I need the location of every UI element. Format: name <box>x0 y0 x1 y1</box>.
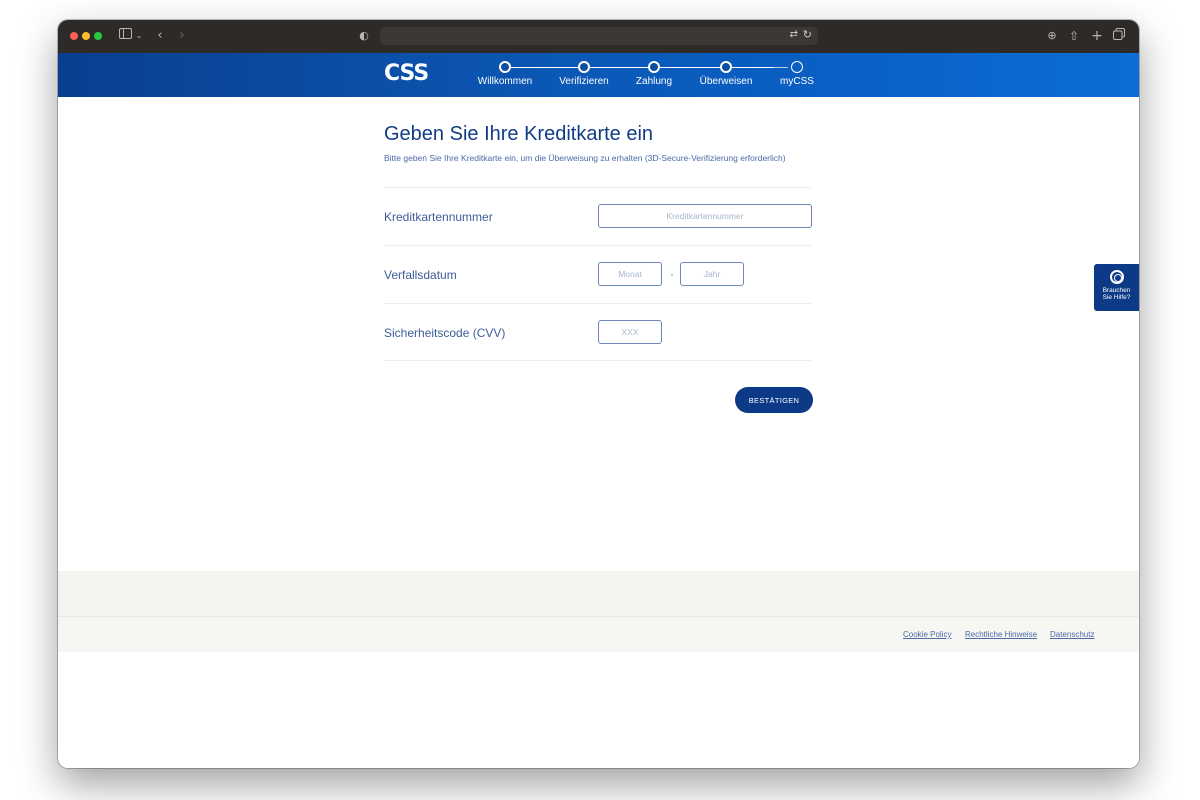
sidebar-icon[interactable] <box>118 28 132 44</box>
help-label-line1: Brauchen <box>1102 287 1131 294</box>
card-number-row: Kreditkartennummer <box>384 187 812 245</box>
cookie-policy-link[interactable]: Cookie Policy <box>903 630 951 639</box>
chevron-left-icon[interactable]: ‹ <box>154 28 166 44</box>
lifebuoy-icon <box>1109 270 1124 284</box>
legal-notice-link[interactable]: Rechtliche Hinweise <box>965 630 1037 639</box>
expiry-year-input[interactable] <box>680 262 744 286</box>
step-label: myCSS <box>780 76 814 87</box>
credit-card-form: Kreditkartennummer Verfallsdatum Sicherh… <box>384 187 812 361</box>
footer-links: Cookie Policy Rechtliche Hinweise Datens… <box>58 616 1139 652</box>
expiry-label: Verfallsdatum <box>384 268 457 282</box>
site-header: CSS Willkommen Verifizieren Zahlung Über… <box>58 53 1139 97</box>
page-title: Geben Sie Ihre Kreditkarte ein <box>384 123 654 145</box>
chevron-right-icon[interactable]: › <box>176 28 188 44</box>
chevron-down-icon[interactable]: ⌄ <box>135 28 143 44</box>
step-willkommen: Willkommen <box>460 60 550 87</box>
translate-icon[interactable]: ⇄ <box>790 29 798 40</box>
cvv-input[interactable] <box>598 320 662 344</box>
help-button[interactable]: Brauchen Sie Hilfe? <box>1094 264 1139 311</box>
card-number-input[interactable] <box>598 204 812 228</box>
card-number-label: Kreditkartennummer <box>384 210 493 224</box>
privacy-link[interactable]: Datenschutz <box>1050 630 1094 639</box>
step-pending-icon <box>791 61 803 73</box>
browser-window: ⌄ ‹ › ◐ ⇄ ↻ ⊕ ⇧ + CSS Willkommen Verifiz… <box>58 20 1139 768</box>
cvv-row: Sicherheitscode (CVV) <box>384 303 812 361</box>
step-done-icon <box>578 61 590 73</box>
progress-stepper: Willkommen Verifizieren Zahlung Überweis… <box>478 60 818 92</box>
step-done-icon <box>499 61 511 73</box>
main-content: Geben Sie Ihre Kreditkarte ein Bitte geb… <box>58 97 1139 591</box>
close-window-button[interactable] <box>70 32 78 40</box>
cvv-label: Sicherheitscode (CVV) <box>384 326 506 340</box>
help-label-line2: Sie Hilfe? <box>1102 294 1131 301</box>
step-done-icon <box>720 61 732 73</box>
zoom-window-button[interactable] <box>94 32 102 40</box>
tabs-overview-icon[interactable] <box>1112 28 1126 44</box>
step-done-icon <box>648 61 660 73</box>
download-icon[interactable]: ⊕ <box>1045 28 1059 44</box>
plus-icon[interactable]: + <box>1090 28 1104 44</box>
desktop-background: ⌄ ‹ › ◐ ⇄ ↻ ⊕ ⇧ + CSS Willkommen Verifiz… <box>0 0 1200 800</box>
step-mycss: myCSS <box>752 60 842 87</box>
expiry-row: Verfallsdatum <box>384 245 812 303</box>
page-subtitle: Bitte geben Sie Ihre Kreditkarte ein, um… <box>384 153 786 163</box>
privacy-shield-icon[interactable]: ◐ <box>358 28 370 44</box>
expiry-month-input[interactable] <box>598 262 662 286</box>
browser-toolbar: ⌄ ‹ › ◐ ⇄ ↻ ⊕ ⇧ + <box>58 20 1139 53</box>
minimize-window-button[interactable] <box>82 32 90 40</box>
step-label: Willkommen <box>477 76 533 87</box>
css-logo[interactable]: CSS <box>384 61 429 86</box>
address-bar[interactable]: ⇄ ↻ <box>380 27 818 45</box>
reload-icon[interactable]: ↻ <box>803 28 812 41</box>
share-icon[interactable]: ⇧ <box>1067 28 1081 44</box>
page-bottom <box>58 652 1139 768</box>
confirm-button[interactable]: BESTÄTIGEN <box>735 387 813 413</box>
expiry-separator <box>671 274 673 276</box>
footer-band <box>58 571 1139 616</box>
